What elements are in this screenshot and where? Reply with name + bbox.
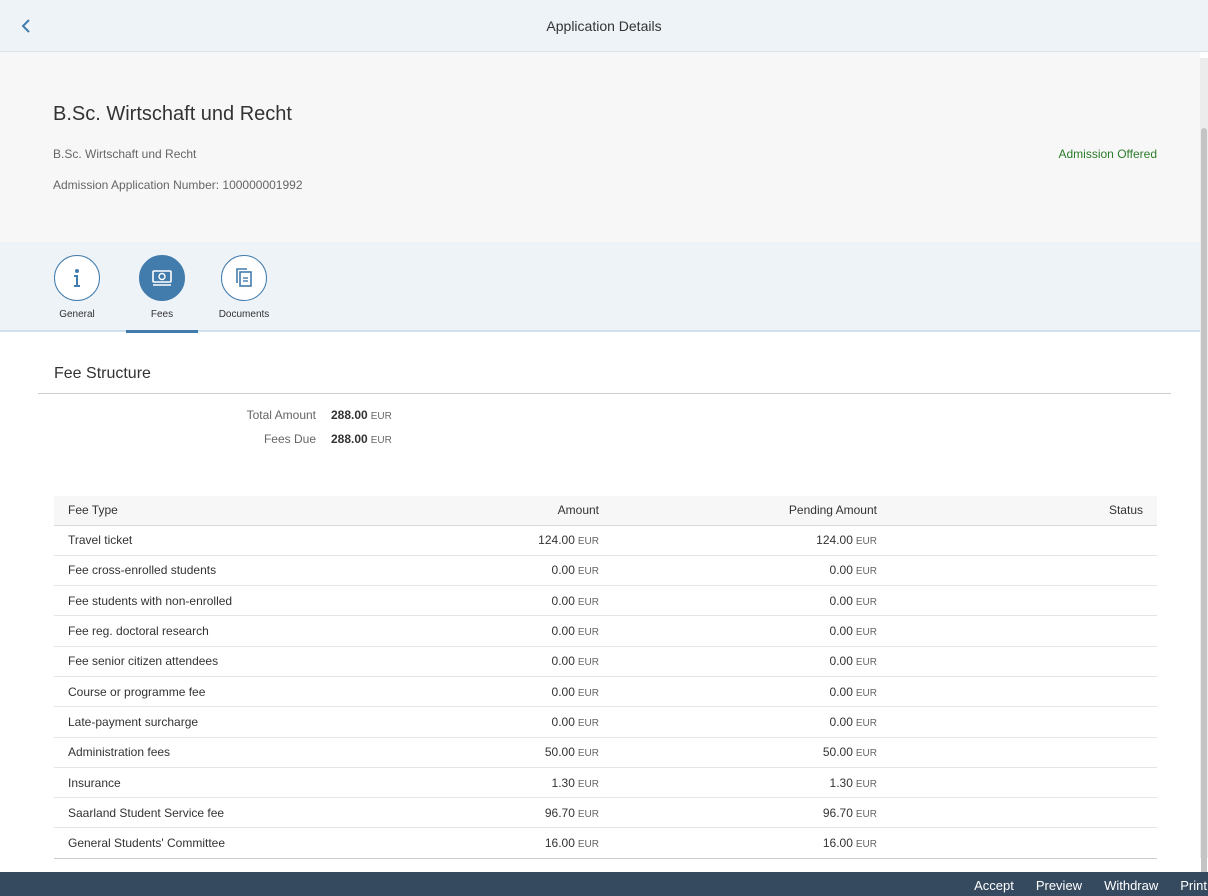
status-cell <box>891 615 1157 647</box>
print-button[interactable]: Print <box>1169 876 1208 896</box>
pending-amount-cell: 96.70 EUR <box>613 797 891 829</box>
summary-label: Fees Due <box>263 432 316 446</box>
amount-cell: 0.00 EUR <box>354 706 613 738</box>
summary-value: 288.00 EUR <box>331 432 392 446</box>
accept-button[interactable]: Accept <box>963 876 1025 896</box>
table-row: Insurance 1.30 EUR 1.30 EUR <box>54 767 1157 799</box>
pending-amount-cell: 0.00 EUR <box>613 585 891 617</box>
fee-type-cell: Travel ticket <box>54 525 354 556</box>
status-cell <box>891 676 1157 708</box>
status-cell <box>891 767 1157 799</box>
status-cell <box>891 585 1157 617</box>
status-badge: Admission Offered <box>1058 147 1158 161</box>
column-header-amount: Amount <box>354 496 613 526</box>
table-row: Administration fees 50.00 EUR 50.00 EUR <box>54 737 1157 768</box>
status-cell <box>891 706 1157 738</box>
amount-cell: 0.00 EUR <box>354 555 613 587</box>
tab-label: Documents <box>218 309 270 320</box>
status-cell <box>891 555 1157 587</box>
withdraw-button[interactable]: Withdraw <box>1093 876 1169 896</box>
table-row: General Students' Committee 16.00 EUR 16.00… <box>54 827 1157 859</box>
pending-amount-cell: 16.00 EUR <box>613 827 891 859</box>
pending-amount-cell: 1.30 EUR <box>613 767 891 799</box>
table-row: Fee cross-enrolled students 0.00 EUR 0.00 EU… <box>54 555 1157 587</box>
pending-amount-cell: 0.00 EUR <box>613 706 891 738</box>
pending-amount-cell: 0.00 EUR <box>613 555 891 587</box>
pending-amount-cell: 0.00 EUR <box>613 646 891 677</box>
footer-toolbar: Accept Preview Withdraw Print <box>0 872 1208 896</box>
amount-cell: 0.00 EUR <box>354 646 613 677</box>
table-row: Course or programme fee 0.00 EUR 0.00 EUR <box>54 676 1157 708</box>
tab-fees[interactable]: Fees <box>126 255 198 333</box>
amount-cell: 16.00 EUR <box>354 827 613 859</box>
status-cell <box>891 646 1157 677</box>
status-cell <box>891 827 1157 859</box>
fee-type-cell: Fee senior citizen attendees <box>54 646 354 677</box>
object-header: B.Sc. Wirtschaft und Recht B.Sc. Wirtsch… <box>0 52 1200 242</box>
tab-label: General <box>59 309 95 320</box>
pending-amount-cell: 0.00 EUR <box>613 615 891 647</box>
table-row: Saarland Student Service fee 96.70 EUR 96.7… <box>54 797 1157 829</box>
pending-amount-cell: 50.00 EUR <box>613 737 891 768</box>
amount-cell: 0.00 EUR <box>354 615 613 647</box>
status-cell <box>891 797 1157 829</box>
program-subtitle: B.Sc. Wirtschaft und Recht <box>53 147 197 161</box>
fee-type-cell: Fee cross-enrolled students <box>54 555 354 587</box>
page-title: Application Details <box>546 18 662 34</box>
pending-amount-cell: 124.00 EUR <box>613 525 891 556</box>
fee-type-cell: General Students' Committee <box>54 827 354 859</box>
section-title: Fee Structure <box>54 365 151 382</box>
column-header-status: Status <box>891 496 1157 526</box>
fee-type-cell: Insurance <box>54 767 354 799</box>
amount-cell: 0.00 EUR <box>354 676 613 708</box>
amount-cell: 0.00 EUR <box>354 585 613 617</box>
amount-cell: 50.00 EUR <box>354 737 613 768</box>
fee-type-cell: Administration fees <box>54 737 354 768</box>
table-row: Fee reg. doctoral research 0.00 EUR 0.00 EUR <box>54 615 1157 647</box>
table-row: Fee senior citizen attendees 0.00 EUR 0.00 E… <box>54 646 1157 677</box>
section-divider <box>38 393 1171 394</box>
summary-value: 288.00 EUR <box>331 408 392 422</box>
program-title: B.Sc. Wirtschaft und Recht <box>53 103 292 125</box>
tab-label: Fees <box>150 309 174 320</box>
amount-cell: 124.00 EUR <box>354 525 613 556</box>
summary-fees-due: Fees Due 288.00 EUR <box>0 432 600 452</box>
table-header-row: Fee Type Amount Pending Amount Status <box>54 496 1157 526</box>
table-row: Fee students with non-enrolled 0.00 EUR 0.0… <box>54 585 1157 617</box>
footer-actions: Accept Preview Withdraw Print <box>963 872 1208 896</box>
summary-label: Total Amount <box>246 408 316 422</box>
status-cell <box>891 525 1157 556</box>
preview-button[interactable]: Preview <box>1025 876 1093 896</box>
fee-type-cell: Late-payment surcharge <box>54 706 354 738</box>
column-header-pending-amount: Pending Amount <box>613 496 891 526</box>
amount-cell: 96.70 EUR <box>354 797 613 829</box>
top-navigation-bar: Application Details <box>0 0 1208 52</box>
status-cell <box>891 737 1157 768</box>
tab-general[interactable]: General <box>41 255 113 333</box>
application-number: Admission Application Number: 1000000019… <box>53 178 303 192</box>
summary-total-amount: Total Amount 288.00 EUR <box>0 408 600 428</box>
fee-type-cell: Course or programme fee <box>54 676 354 708</box>
scrollbar-thumb[interactable] <box>1201 128 1207 888</box>
column-header-fee-type: Fee Type <box>54 496 354 526</box>
documents-icon <box>221 255 267 301</box>
table-row: Travel ticket 124.00 EUR 124.00 EUR <box>54 525 1157 556</box>
scrollbar[interactable] <box>1200 58 1208 888</box>
money-icon <box>139 255 185 301</box>
info-icon <box>54 255 100 301</box>
amount-cell: 1.30 EUR <box>354 767 613 799</box>
table-row: Late-payment surcharge 0.00 EUR 0.00 EUR <box>54 706 1157 738</box>
fee-table: Fee Type Amount Pending Amount Status Tr… <box>54 496 1157 859</box>
tab-documents[interactable]: Documents <box>208 255 280 333</box>
icon-tab-bar: General Fees Documents <box>0 242 1200 333</box>
pending-amount-cell: 0.00 EUR <box>613 676 891 708</box>
fee-type-cell: Saarland Student Service fee <box>54 797 354 829</box>
fee-type-cell: Fee students with non-enrolled <box>54 585 354 617</box>
fee-type-cell: Fee reg. doctoral research <box>54 615 354 647</box>
